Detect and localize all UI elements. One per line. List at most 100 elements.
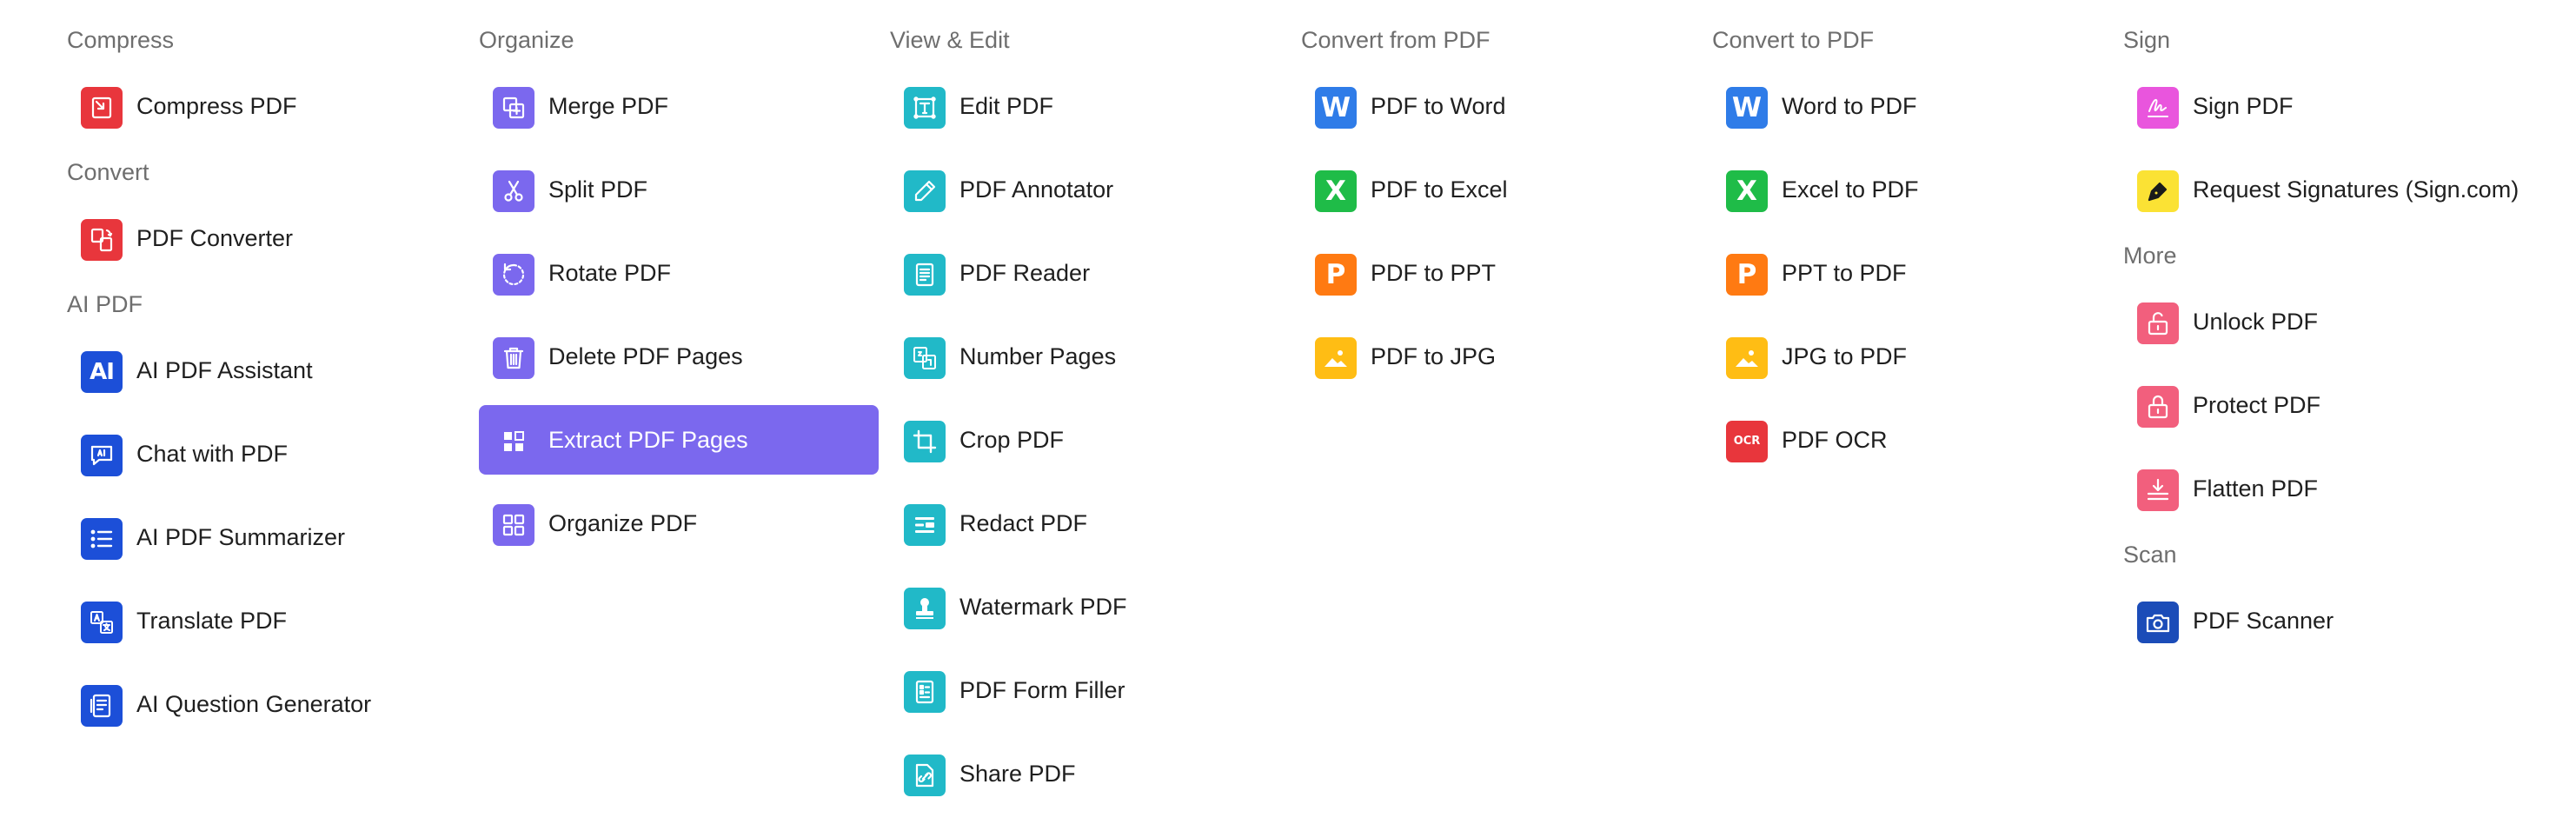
tool-jpg-to-pdf[interactable]: JPG to PDF [1712,322,2112,391]
tool-pdf-converter[interactable]: PDF Converter [67,203,467,273]
ocr-icon: OCR [1726,421,1768,462]
tool-pdf-scanner[interactable]: PDF Scanner [2123,586,2523,655]
tool-label: Excel to PDF [1782,176,1919,203]
pen-nib-icon [2137,170,2179,212]
question-icon [81,685,123,727]
tool-pdf-annotator[interactable]: PDF Annotator [890,155,1290,224]
tool-pdf-to-jpg[interactable]: PDF to JPG [1301,322,1701,391]
signature-icon [2137,87,2179,129]
tool-pdf-ocr[interactable]: OCR PDF OCR [1712,405,2112,475]
tool-protect-pdf[interactable]: Protect PDF [2123,370,2523,440]
ppt-icon: P [1315,254,1357,296]
tool-label: AI PDF Assistant [136,357,313,383]
tool-pdf-reader[interactable]: PDF Reader [890,238,1290,308]
list-icon [81,518,123,560]
stamp-icon [904,588,946,629]
tool-flatten-pdf[interactable]: Flatten PDF [2123,454,2523,523]
word-icon-text: W [1320,92,1351,123]
tool-split-pdf[interactable]: Split PDF [479,155,879,224]
tool-label: Redact PDF [959,510,1088,536]
section-title-convert: Convert [67,159,149,185]
tool-label: Share PDF [959,761,1076,787]
tool-pdf-form-filler[interactable]: PDF Form Filler [890,655,1290,725]
tool-sign-pdf[interactable]: Sign PDF [2123,71,2523,141]
tool-label: PDF to JPG [1371,343,1497,369]
tool-label: PDF Reader [959,260,1091,286]
section-title-sign: Sign [2123,27,2171,53]
ai-icon-text: AI [90,359,115,385]
tool-label: PPT to PDF [1782,260,1907,286]
tool-pdf-to-word[interactable]: W PDF to Word [1301,71,1701,141]
tool-ai-pdf-summarizer[interactable]: AI PDF Summarizer [67,502,467,572]
extract-icon [493,421,534,462]
tool-label: Edit PDF [959,93,1054,119]
tool-translate-pdf[interactable]: Translate PDF [67,586,467,655]
tool-watermark-pdf[interactable]: Watermark PDF [890,572,1290,642]
tool-label: Word to PDF [1782,93,1917,119]
rotate-icon [493,254,534,296]
tool-label: PDF Scanner [2193,608,2334,634]
tool-crop-pdf[interactable]: Crop PDF [890,405,1290,475]
excel-icon-text: X [1325,176,1346,207]
section-title-convert-to-pdf: Convert to PDF [1712,27,1875,53]
tool-redact-pdf[interactable]: Redact PDF [890,489,1290,558]
trash-icon [493,337,534,379]
tool-label: Translate PDF [136,608,288,634]
ai-icon: AI [81,351,123,393]
tool-delete-pdf-pages[interactable]: Delete PDF Pages [479,322,879,391]
ppt-icon-text: P [1736,259,1757,290]
converter-icon [81,219,123,261]
tool-number-pages[interactable]: Number Pages [890,322,1290,391]
word-icon: W [1315,87,1357,129]
section-title-ai-pdf: AI PDF [67,291,143,317]
lock-icon [2137,386,2179,428]
ppt-icon: P [1726,254,1768,296]
redact-icon [904,504,946,546]
flatten-icon [2137,469,2179,511]
tool-compress-pdf[interactable]: Compress PDF [67,71,467,141]
tool-label: PDF OCR [1782,427,1888,453]
camera-icon [2137,602,2179,643]
tool-pdf-to-excel[interactable]: X PDF to Excel [1301,155,1701,224]
tool-label: Request Signatures (Sign.com) [2193,176,2520,203]
tool-organize-pdf[interactable]: Organize PDF [479,489,879,558]
tool-ppt-to-pdf[interactable]: P PPT to PDF [1712,238,2112,308]
tool-share-pdf[interactable]: Share PDF [890,739,1290,808]
ocr-icon-text: OCR [1733,435,1761,448]
document-icon [904,254,946,296]
tool-excel-to-pdf[interactable]: X Excel to PDF [1712,155,2112,224]
tool-request-signatures[interactable]: Request Signatures (Sign.com) [2123,155,2523,224]
tool-edit-pdf[interactable]: Edit PDF [890,71,1290,141]
tool-label: Flatten PDF [2193,475,2319,502]
tool-label: Rotate PDF [548,260,672,286]
tool-word-to-pdf[interactable]: W Word to PDF [1712,71,2112,141]
tool-ai-pdf-assistant[interactable]: AI AI PDF Assistant [67,336,467,405]
translate-icon [81,602,123,643]
tool-extract-pdf-pages[interactable]: Extract PDF Pages [479,405,879,475]
tool-merge-pdf[interactable]: Merge PDF [479,71,879,141]
chat-icon [81,435,123,476]
tool-pdf-to-ppt[interactable]: P PDF to PPT [1301,238,1701,308]
section-title-convert-from-pdf: Convert from PDF [1301,27,1490,53]
image-icon [1315,337,1357,379]
tool-label: Sign PDF [2193,93,2294,119]
tool-label: Unlock PDF [2193,309,2319,335]
section-title-compress: Compress [67,27,175,53]
tool-rotate-pdf[interactable]: Rotate PDF [479,238,879,308]
pencil-icon [904,170,946,212]
tool-chat-with-pdf[interactable]: Chat with PDF [67,419,467,489]
tool-label: Chat with PDF [136,441,289,467]
excel-icon: X [1315,170,1357,212]
excel-icon: X [1726,170,1768,212]
image-icon [1726,337,1768,379]
compress-icon [81,87,123,129]
tool-unlock-pdf[interactable]: Unlock PDF [2123,287,2523,356]
word-icon-text: W [1731,92,1763,123]
merge-icon [493,87,534,129]
scissors-icon [493,170,534,212]
tool-label: Compress PDF [136,93,297,119]
section-title-scan: Scan [2123,542,2177,568]
tool-label: Number Pages [959,343,1117,369]
tool-ai-question-generator[interactable]: AI Question Generator [67,669,467,739]
tool-label: Watermark PDF [959,594,1127,620]
